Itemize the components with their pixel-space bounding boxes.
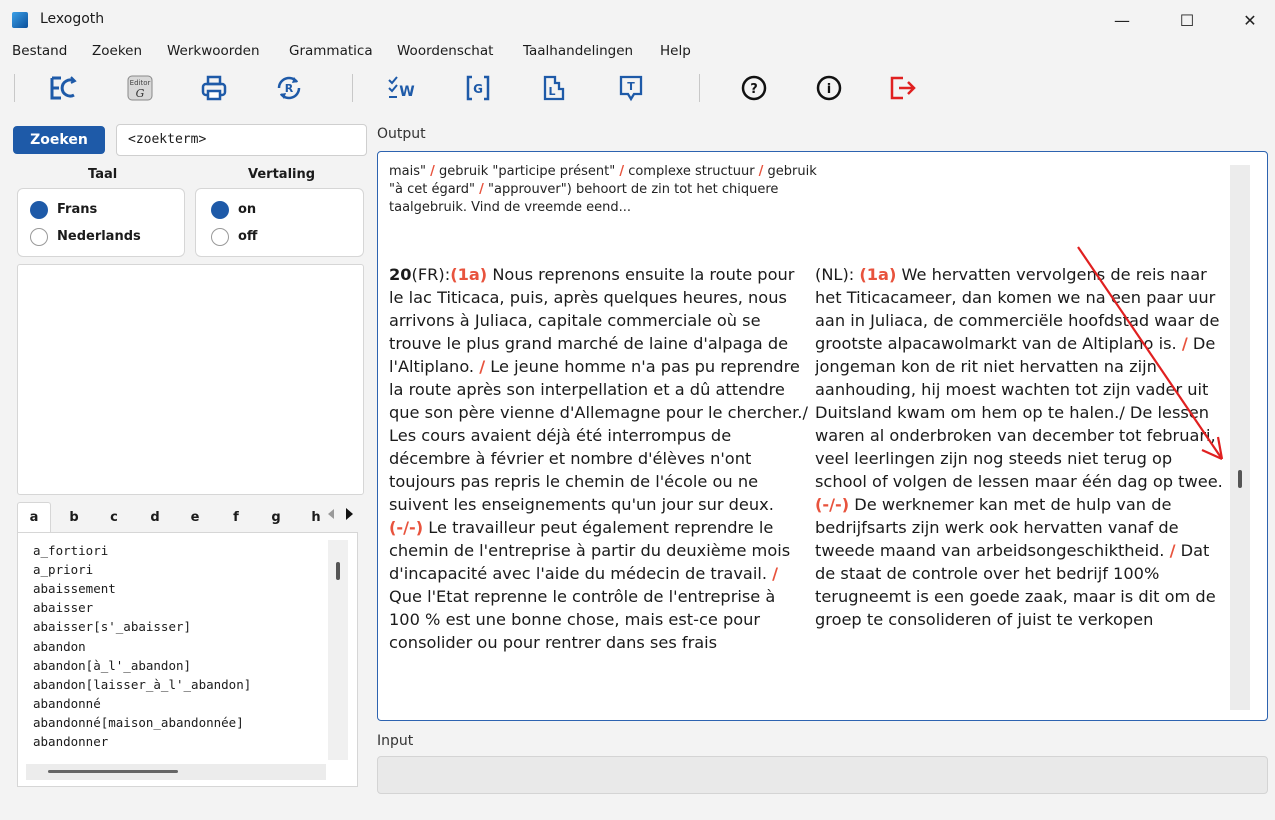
tab-scroll-right-icon[interactable] [346,508,353,520]
svg-text:W: W [399,84,414,100]
toolbar-grip [14,74,15,102]
svg-text:T: T [627,80,635,93]
svg-text:R: R [285,82,294,95]
annotation-arrow-icon [1077,246,1224,461]
body-text: gebruik "participe présent" [434,164,620,179]
marker-text: (-/-) [815,495,850,514]
search-input[interactable]: <zoekterm> [116,124,367,156]
print-icon[interactable] [197,70,231,106]
word-list-item[interactable]: abandon[à_l'_abandon] [33,658,191,673]
tab-c[interactable]: c [103,505,125,531]
lexicon-icon[interactable] [46,70,80,106]
radio-off-label: off [238,229,258,244]
wordlist-hscroll-thumb[interactable] [48,770,178,773]
tab-e[interactable]: e [184,505,206,531]
word-list-item[interactable]: abaissement [33,581,116,596]
editor-icon[interactable]: Editor G [123,70,157,106]
minimize-button[interactable]: — [1102,8,1142,34]
menu-bestand[interactable]: Bestand [12,43,67,59]
radio-frans[interactable] [30,201,48,219]
body-text: mais" [389,164,431,179]
svg-text:?: ? [750,82,758,97]
radio-on[interactable] [211,201,229,219]
svg-text:Editor: Editor [130,79,151,87]
word-list-item[interactable]: abandonné[maison_abandonnée] [33,715,244,730]
body-text: Le jeune homme n'a pas pu reprendre la r… [389,357,808,514]
wordlist-vscroll-thumb[interactable] [336,562,340,580]
input-label: Input [377,733,414,749]
title-bar [0,0,1275,40]
verb-check-w-icon[interactable]: W [385,70,419,106]
radio-nederlands[interactable] [30,228,48,246]
body-text: (NL): [815,265,860,284]
app-logo-icon [12,12,28,28]
marker-text: (1a) [859,265,897,284]
radio-nederlands-label: Nederlands [57,229,141,244]
toolbar-separator [352,74,353,102]
info-panel [17,264,364,495]
svg-text:G: G [136,87,145,100]
window-title: Lexogoth [40,11,105,27]
word-list-item[interactable]: a_priori [33,562,93,577]
word-list-item[interactable]: abaisser[s'_abaisser] [33,619,191,634]
vertaling-title: Vertaling [248,167,316,182]
info-icon[interactable]: i [812,70,846,106]
tab-f[interactable]: f [225,505,247,531]
search-button[interactable]: Zoeken [13,126,105,154]
word-list-item[interactable]: abandon [33,639,86,654]
svg-text:i: i [827,82,831,97]
vertaling-group [195,188,364,257]
body-text: complexe structuur [624,164,759,179]
marker-text: (-/-) [389,518,424,537]
grammar-g-icon[interactable]: G [461,70,495,106]
svg-text:L: L [548,85,555,98]
menu-help[interactable]: Help [660,43,691,59]
body-text: (FR): [411,265,451,284]
taal-group [17,188,185,257]
tab-a[interactable]: a [23,505,45,531]
word-list-item[interactable]: abandonner [33,734,108,749]
tab-scroll-left-icon[interactable] [328,509,334,519]
word-list-item[interactable]: abandon[laisser_à_l'_abandon] [33,677,251,692]
menu-werkwoorden[interactable]: Werkwoorden [167,43,260,59]
word-list-item[interactable]: abaisser [33,600,93,615]
radio-off[interactable] [211,228,229,246]
tab-d[interactable]: d [144,505,166,531]
close-button[interactable]: ✕ [1230,8,1270,34]
speech-t-icon[interactable]: T [614,70,648,106]
taal-title: Taal [88,167,118,182]
tab-h[interactable]: h [305,505,327,531]
tab-b[interactable]: b [63,505,85,531]
toolbar-separator-2 [699,74,700,102]
word-list-item[interactable]: abandonné [33,696,101,711]
body-text: Que l'Etat reprenne le contrôle de l'ent… [389,587,776,652]
menu-taalhandelingen[interactable]: Taalhandelingen [523,43,633,59]
radio-on-label: on [238,202,257,217]
menu-zoeken[interactable]: Zoeken [92,43,142,59]
output-intro-text: mais" / gebruik "participe présent" / co… [389,163,819,217]
vocabulary-l-icon[interactable]: L [537,70,571,106]
refresh-r-icon[interactable]: R [272,70,306,106]
word-list-item[interactable]: a_fortiori [33,543,108,558]
marker-text: / [772,564,779,583]
exit-icon[interactable] [886,70,920,106]
menu-grammatica[interactable]: Grammatica [289,43,373,59]
maximize-button[interactable]: ☐ [1167,8,1207,34]
menu-woordenschat[interactable]: Woordenschat [397,43,493,59]
input-field[interactable] [377,756,1268,794]
sentence-number: 20 [389,265,412,284]
radio-frans-label: Frans [57,202,98,217]
output-label: Output [377,126,426,142]
body-text: Le travailleur peut également reprendre … [389,518,791,583]
svg-text:G: G [473,82,483,96]
output-french-column: 20(FR):(1a) Nous reprenons ensuite la ro… [389,263,811,654]
tab-g[interactable]: g [265,505,287,531]
help-question-icon[interactable]: ? [737,70,771,106]
marker-text: (1a) [450,265,488,284]
body-text: De werknemer kan met de hulp van de bedr… [815,495,1179,560]
